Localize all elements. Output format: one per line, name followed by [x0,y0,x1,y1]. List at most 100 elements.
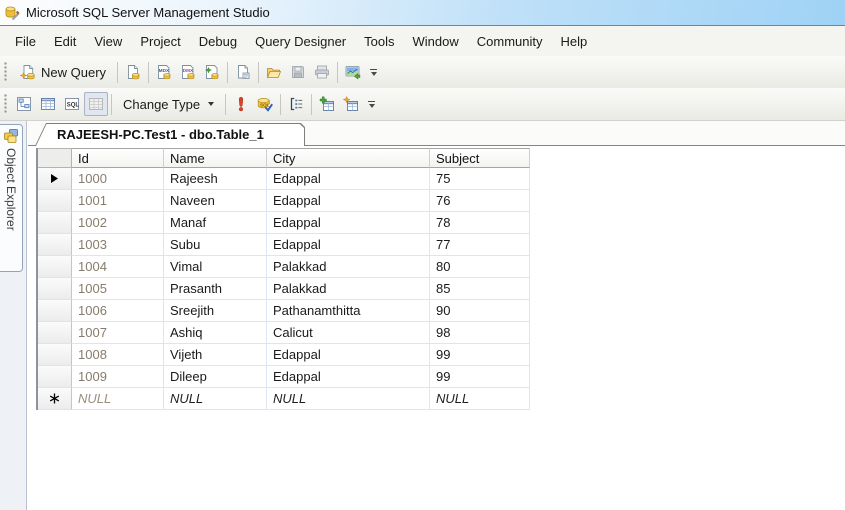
column-header-subject[interactable]: Subject [430,148,530,168]
analysis-services-xmla-query-button[interactable] [200,60,224,84]
verify-sql-button[interactable]: SQL [253,92,277,116]
change-type-button[interactable]: Change Type [115,92,222,116]
menu-file[interactable]: File [6,29,45,54]
cell-subject[interactable]: 90 [430,300,530,322]
cell-subject[interactable]: 99 [430,366,530,388]
cell-id[interactable]: NULL [72,388,164,410]
execute-sql-button[interactable] [229,92,253,116]
cell-subject[interactable]: 76 [430,190,530,212]
cell-name[interactable]: Subu [164,234,267,256]
add-table-button[interactable] [315,92,339,116]
document-tab-title: RAJEESH-PC.Test1 - dbo.Table_1 [57,127,264,142]
cell-id[interactable]: 1002 [72,212,164,234]
database-engine-query-button[interactable] [121,60,145,84]
cell-city[interactable]: Palakkad [267,278,430,300]
cell-id[interactable]: 1000 [72,168,164,190]
cell-city[interactable]: Edappal [267,212,430,234]
row-selector[interactable] [38,168,72,190]
cell-name[interactable]: Manaf [164,212,267,234]
cell-name[interactable]: Vijeth [164,344,267,366]
cell-city[interactable]: Edappal [267,190,430,212]
cell-city[interactable]: Calicut [267,322,430,344]
cell-city[interactable]: Palakkad [267,256,430,278]
cell-city[interactable]: Edappal [267,366,430,388]
cell-city[interactable]: Pathanamthitta [267,300,430,322]
add-new-derived-table-button[interactable] [339,92,363,116]
column-header-id[interactable]: Id [72,148,164,168]
show-criteria-pane-button[interactable] [36,92,60,116]
cell-id[interactable]: 1001 [72,190,164,212]
analysis-services-mdx-query-icon: MDX [156,64,172,80]
cell-subject[interactable]: NULL [430,388,530,410]
analysis-services-dmx-query-button[interactable]: DMX [176,60,200,84]
menu-view[interactable]: View [85,29,131,54]
cell-name[interactable]: NULL [164,388,267,410]
svg-text:SQL: SQL [260,102,270,107]
cell-name[interactable]: Prasanth [164,278,267,300]
cell-subject[interactable]: 78 [430,212,530,234]
menu-edit[interactable]: Edit [45,29,85,54]
show-diagram-pane-button[interactable] [12,92,36,116]
cell-subject[interactable]: 98 [430,322,530,344]
document-tab[interactable]: RAJEESH-PC.Test1 - dbo.Table_1 [35,123,305,146]
toolbar-grip[interactable] [4,62,8,82]
cell-city[interactable]: Edappal [267,234,430,256]
row-selector[interactable] [38,366,72,388]
toolbar-separator [311,93,313,115]
cell-subject[interactable]: 85 [430,278,530,300]
row-selector[interactable] [38,278,72,300]
cell-name[interactable]: Ashiq [164,322,267,344]
show-results-pane-button[interactable] [84,92,108,116]
activity-monitor-button[interactable] [341,60,365,84]
cell-subject[interactable]: 77 [430,234,530,256]
open-file-button[interactable] [262,60,286,84]
row-selector[interactable] [38,234,72,256]
toolbar-options-icon[interactable] [367,60,380,84]
standard-toolbar: New Query MDX DMX [0,56,845,88]
toolbar-options-icon[interactable] [365,92,378,116]
cell-name[interactable]: Rajeesh [164,168,267,190]
cell-name[interactable]: Naveen [164,190,267,212]
row-selector[interactable] [38,388,72,410]
sidebar-item-object-explorer[interactable]: Object Explorer [0,124,23,272]
row-selector[interactable] [38,344,72,366]
menu-window[interactable]: Window [404,29,468,54]
menu-community[interactable]: Community [468,29,552,54]
cell-name[interactable]: Dileep [164,366,267,388]
row-selector[interactable] [38,256,72,278]
add-group-by-button[interactable] [284,92,308,116]
show-sql-pane-button[interactable]: SQL [60,92,84,116]
grid-corner-cell[interactable] [38,148,72,168]
cell-subject[interactable]: 75 [430,168,530,190]
menu-help[interactable]: Help [552,29,597,54]
column-header-name[interactable]: Name [164,148,267,168]
row-selector[interactable] [38,300,72,322]
row-selector[interactable] [38,322,72,344]
menu-tools[interactable]: Tools [355,29,403,54]
row-selector[interactable] [38,190,72,212]
cell-id[interactable]: 1004 [72,256,164,278]
cell-city[interactable]: NULL [267,388,430,410]
table-row: 1001 Naveen Edappal 76 [38,190,530,212]
cell-name[interactable]: Vimal [164,256,267,278]
analysis-services-mdx-query-button[interactable]: MDX [152,60,176,84]
cell-id[interactable]: 1006 [72,300,164,322]
cell-id[interactable]: 1008 [72,344,164,366]
cell-subject[interactable]: 80 [430,256,530,278]
menu-debug[interactable]: Debug [190,29,246,54]
row-selector[interactable] [38,212,72,234]
menu-project[interactable]: Project [131,29,189,54]
cell-city[interactable]: Edappal [267,168,430,190]
column-header-city[interactable]: City [267,148,430,168]
menu-query-designer[interactable]: Query Designer [246,29,355,54]
toolbar-grip[interactable] [4,94,8,114]
cell-id[interactable]: 1007 [72,322,164,344]
cell-city[interactable]: Edappal [267,344,430,366]
new-query-button[interactable]: New Query [12,60,114,84]
sql-ce-query-button[interactable] [231,60,255,84]
cell-id[interactable]: 1005 [72,278,164,300]
cell-id[interactable]: 1009 [72,366,164,388]
cell-name[interactable]: Sreejith [164,300,267,322]
cell-id[interactable]: 1003 [72,234,164,256]
cell-subject[interactable]: 99 [430,344,530,366]
